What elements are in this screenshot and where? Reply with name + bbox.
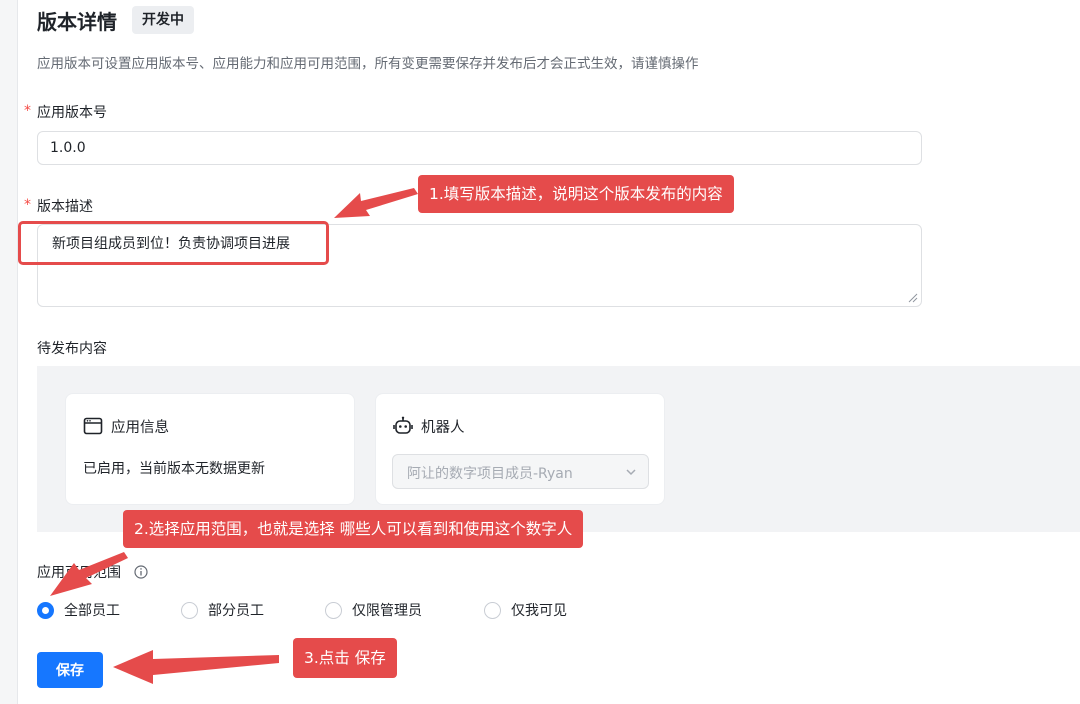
page-title: 版本详情 bbox=[37, 10, 117, 34]
window-icon bbox=[83, 417, 103, 435]
description-highlight-box bbox=[18, 221, 329, 265]
scope-option-label: 部分员工 bbox=[208, 603, 264, 619]
required-star: * bbox=[24, 197, 31, 213]
annotation-step3: 3.点击 保存 bbox=[293, 638, 397, 678]
annotation-step2: 2.选择应用范围，也就是选择 哪些人可以看到和使用这个数字人 bbox=[123, 510, 584, 548]
app-info-status: 已启用，当前版本无数据更新 bbox=[83, 461, 265, 477]
status-badge: 开发中 bbox=[132, 6, 194, 34]
bot-select-value: 阿让的数字项目成员-Ryan bbox=[407, 466, 573, 482]
bot-title: 机器人 bbox=[421, 420, 465, 436]
radio-unchecked-icon[interactable] bbox=[181, 601, 198, 619]
save-button[interactable]: 保存 bbox=[37, 652, 103, 688]
scope-option-label: 仅我可见 bbox=[511, 603, 567, 619]
radio-unchecked-icon[interactable] bbox=[484, 601, 501, 619]
bot-select[interactable]: 阿让的数字项目成员-Ryan bbox=[392, 454, 649, 489]
left-sidebar-edge bbox=[0, 0, 18, 704]
required-star: * bbox=[24, 103, 31, 119]
scope-label: 应用可用范围 bbox=[37, 565, 121, 581]
page-description: 应用版本可设置应用版本号、应用能力和应用可用范围，所有变更需要保存并发布后才会正… bbox=[37, 56, 699, 72]
resize-grip-icon[interactable] bbox=[908, 293, 918, 303]
scope-option-label: 仅限管理员 bbox=[352, 603, 422, 619]
app-info-title: 应用信息 bbox=[111, 420, 169, 436]
bot-card: 机器人 阿让的数字项目成员-Ryan bbox=[375, 393, 665, 505]
robot-icon bbox=[393, 416, 413, 434]
radio-unchecked-icon[interactable] bbox=[325, 601, 342, 619]
scope-option-some-employees[interactable]: 部分员工 bbox=[181, 600, 264, 620]
version-description-label: 版本描述 bbox=[37, 199, 93, 215]
radio-checked-icon[interactable] bbox=[37, 601, 54, 619]
annotation-arrows bbox=[50, 188, 418, 684]
chevron-down-icon bbox=[626, 469, 636, 476]
pending-content-label: 待发布内容 bbox=[37, 341, 107, 357]
annotation-step1: 1.填写版本描述，说明这个版本发布的内容 bbox=[418, 175, 734, 213]
arrow-step1 bbox=[334, 188, 418, 218]
version-number-input[interactable] bbox=[37, 131, 922, 165]
scope-option-label: 全部员工 bbox=[64, 603, 120, 619]
version-number-label: 应用版本号 bbox=[37, 105, 107, 121]
scope-option-admins-only[interactable]: 仅限管理员 bbox=[325, 600, 422, 620]
arrow-step3 bbox=[113, 650, 279, 684]
info-icon[interactable] bbox=[134, 565, 148, 579]
scope-option-only-me[interactable]: 仅我可见 bbox=[484, 600, 567, 620]
scope-option-all-employees[interactable]: 全部员工 bbox=[37, 600, 120, 620]
app-info-card: 应用信息 已启用，当前版本无数据更新 bbox=[65, 393, 355, 505]
